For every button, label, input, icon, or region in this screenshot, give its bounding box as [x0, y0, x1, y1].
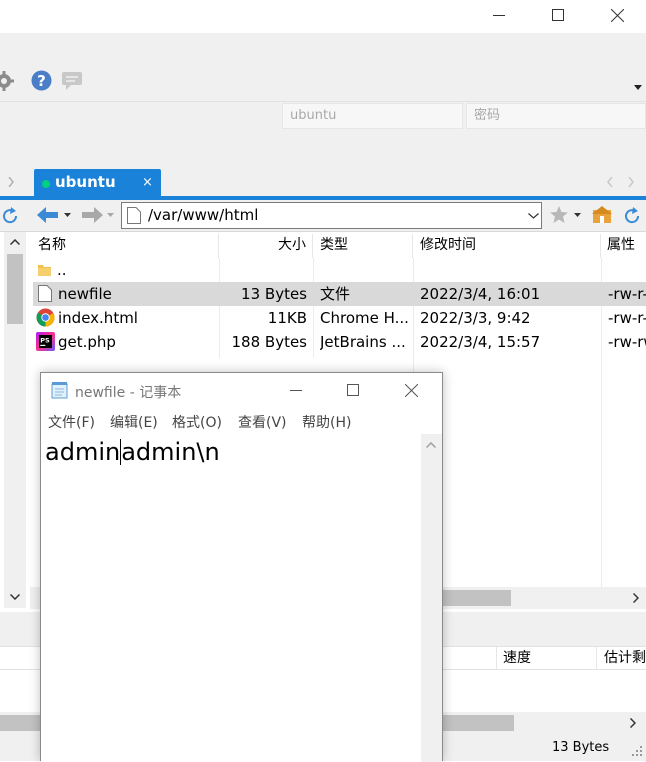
file-size: 11KB	[267, 309, 307, 327]
file-attributes: -rw-r--	[608, 309, 646, 327]
scroll-right-icon[interactable]	[630, 718, 636, 728]
help-icon[interactable]: ?	[31, 70, 52, 91]
document-icon	[127, 207, 141, 224]
close-window-button[interactable]	[594, 0, 640, 30]
minimize-button[interactable]	[476, 0, 522, 30]
feedback-icon[interactable]	[61, 71, 83, 91]
tabs-prev-icon[interactable]	[607, 177, 613, 187]
queue-column-speed[interactable]: 速度	[496, 647, 596, 669]
maximize-icon	[347, 384, 359, 396]
file-size: 13 Bytes	[241, 285, 307, 303]
minimize-icon	[290, 390, 302, 391]
file-row-newfile[interactable]: newfile 13 Bytes 文件 2022/3/4, 16:01 -rw-…	[33, 282, 646, 306]
close-icon	[404, 383, 418, 397]
notepad-titlebar[interactable]: newfile - 记事本	[41, 373, 442, 407]
text-after-cursor: admin\n	[121, 438, 220, 466]
connected-status-icon	[42, 180, 50, 188]
text-before-cursor: admin	[45, 438, 121, 466]
menu-view[interactable]: 查看(V)	[238, 412, 287, 432]
notepad-window[interactable]: newfile - 记事本 文件(F) 编辑(E) 格式(O) 查看(V) 帮助…	[40, 372, 443, 762]
menu-file[interactable]: 文件(F)	[48, 412, 95, 432]
file-row-get-php[interactable]: PS get.php 188 Bytes JetBrains ... 2022/…	[33, 330, 646, 354]
status-selected-size: 13 Bytes	[552, 740, 610, 755]
column-header-type[interactable]: 类型	[313, 234, 413, 258]
refresh-icon[interactable]	[622, 206, 642, 226]
file-name: get.php	[58, 333, 116, 351]
phpstorm-icon: PS	[36, 332, 55, 351]
queue-column-eta[interactable]: 估计剩余	[596, 647, 646, 669]
close-icon	[610, 8, 624, 22]
file-type: Chrome H...	[320, 309, 409, 327]
file-modified: 2022/3/4, 16:01	[420, 285, 541, 303]
column-header-size[interactable]: 大小	[219, 234, 313, 258]
bookmark-star-icon[interactable]	[550, 206, 568, 223]
menu-edit[interactable]: 编辑(E)	[110, 412, 158, 432]
column-header-attributes[interactable]: 属性	[601, 234, 646, 258]
winscp-titlebar	[0, 0, 646, 33]
file-modified: 2022/3/3, 9:42	[420, 309, 531, 327]
column-header-modified[interactable]: 修改时间	[413, 234, 601, 258]
session-tab-ubuntu[interactable]: ubuntu ×	[34, 169, 161, 198]
password-field[interactable]: 密码	[466, 103, 646, 129]
resize-grip-icon[interactable]	[632, 746, 642, 756]
maximize-button[interactable]	[535, 0, 581, 30]
chevron-down-icon[interactable]	[528, 213, 539, 219]
notepad-content: adminadmin\n	[45, 437, 220, 467]
notepad-app-icon	[51, 382, 68, 399]
notepad-menubar: 文件(F) 编辑(E) 格式(O) 查看(V) 帮助(H)	[41, 407, 442, 434]
notepad-text-area[interactable]: adminadmin\n	[41, 434, 421, 762]
username-field[interactable]: ubuntu	[282, 103, 463, 129]
scroll-down-icon[interactable]	[10, 594, 20, 600]
tabs-next-icon[interactable]	[628, 177, 634, 187]
scroll-thumb[interactable]	[435, 590, 511, 606]
toolbar-dropdown-icon[interactable]	[634, 85, 642, 90]
folder-up-icon	[38, 265, 51, 276]
scroll-up-icon[interactable]	[10, 239, 20, 245]
file-size: 188 Bytes	[231, 333, 308, 351]
tabs-scroll-left-icon[interactable]	[8, 177, 14, 187]
file-modified: 2022/3/4, 15:57	[420, 333, 541, 351]
svg-text:PS: PS	[40, 337, 50, 345]
notepad-vertical-scrollbar[interactable]	[421, 434, 442, 762]
file-row-parent[interactable]: ..	[33, 258, 646, 282]
menu-help[interactable]: 帮助(H)	[302, 412, 351, 432]
notepad-close-button[interactable]	[388, 373, 434, 407]
file-icon	[38, 285, 52, 302]
back-history-chevron-icon[interactable]	[64, 213, 71, 217]
forward-icon[interactable]	[81, 206, 103, 224]
session-tab-label: ubuntu	[55, 173, 116, 191]
notepad-title: newfile - 记事本	[75, 385, 182, 401]
scroll-thumb[interactable]	[7, 254, 23, 324]
home-icon[interactable]	[592, 206, 612, 224]
refresh-left-icon[interactable]	[0, 206, 20, 226]
file-name: ..	[57, 261, 67, 279]
scroll-right-icon[interactable]	[633, 593, 639, 603]
minimize-icon	[493, 15, 505, 16]
file-name: index.html	[58, 309, 138, 327]
file-attributes: -rw-rw-	[608, 333, 646, 351]
notepad-minimize-button[interactable]	[273, 373, 319, 407]
forward-history-chevron-icon[interactable]	[107, 213, 114, 217]
file-type: 文件	[320, 285, 351, 303]
close-tab-icon[interactable]: ×	[142, 175, 153, 190]
scroll-up-icon[interactable]	[426, 442, 436, 448]
column-header-name[interactable]: 名称	[33, 234, 219, 258]
current-path: /var/www/html	[148, 206, 259, 224]
path-combobox[interactable]: /var/www/html	[121, 202, 542, 229]
menu-format[interactable]: 格式(O)	[172, 412, 222, 432]
host-field[interactable]	[0, 103, 279, 129]
file-name: newfile	[58, 285, 112, 303]
notepad-maximize-button[interactable]	[330, 373, 376, 407]
chrome-icon	[36, 308, 55, 327]
gear-icon[interactable]	[0, 71, 14, 91]
main-toolbar: ?	[0, 33, 646, 101]
file-attributes: -rw-r--	[608, 285, 646, 303]
maximize-icon	[552, 9, 564, 21]
file-row-index-html[interactable]: index.html 11KB Chrome H... 2022/3/3, 9:…	[33, 306, 646, 330]
file-type: JetBrains ...	[320, 333, 406, 351]
svg-text:?: ?	[37, 72, 46, 90]
file-list-vertical-scrollbar[interactable]	[4, 232, 26, 608]
back-icon[interactable]	[37, 206, 59, 224]
bookmark-chevron-icon[interactable]	[574, 213, 581, 217]
